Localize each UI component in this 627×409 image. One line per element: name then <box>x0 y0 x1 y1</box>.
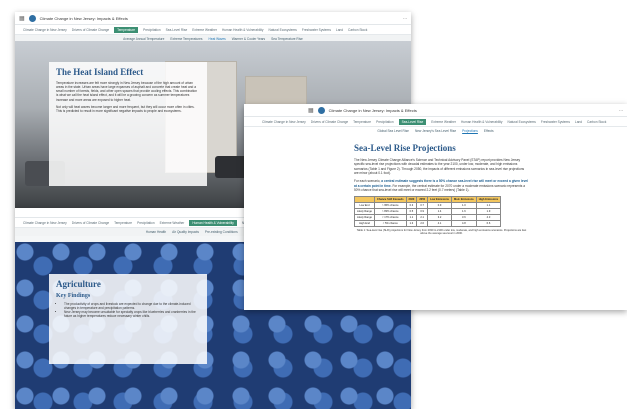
paragraph: For each scenario, a central estimate su… <box>354 179 529 192</box>
main-nav: Climate Change in New Jersey Drivers of … <box>15 25 411 35</box>
nav-item[interactable]: Natural Ecosystems <box>269 28 297 32</box>
nav-item[interactable]: Drivers of Climate Change <box>311 120 348 124</box>
grid-icon[interactable]: ▦ <box>308 107 314 114</box>
heat-island-panel: The Heat Island Effect Temperature incre… <box>49 62 207 186</box>
nav-item[interactable]: Precipitation <box>137 221 155 225</box>
nav-item[interactable]: Sea-Level Rise <box>166 28 188 32</box>
nav-item[interactable]: Human Health & Vulnerability <box>222 28 264 32</box>
nav-item[interactable]: Drivers of Climate Change <box>72 221 109 225</box>
nav-item[interactable]: Temperature <box>353 120 371 124</box>
nav-item[interactable]: Freshwater Systems <box>541 120 570 124</box>
table-caption: Table 1: Sea-level rise (SLR) projection… <box>356 229 527 236</box>
cell: < 5% chance <box>374 220 407 228</box>
cell: 2.6 <box>416 220 429 228</box>
page-url: Climate Change in New Jersey: Impacts & … <box>39 15 128 21</box>
grid-icon[interactable]: ▦ <box>19 15 25 22</box>
nav-item[interactable]: Climate Change in New Jersey <box>23 221 67 225</box>
section-title: The Heat Island Effect <box>56 67 144 77</box>
nav-item[interactable]: Natural Ecosystems <box>508 120 536 124</box>
nav-item[interactable]: Land <box>575 120 582 124</box>
cell: 1.3 <box>405 220 418 228</box>
nav-item[interactable]: Land <box>336 28 343 32</box>
main-nav: Climate Change in New Jersey Drivers of … <box>244 117 627 127</box>
nav-item[interactable]: Extreme Weather <box>431 120 456 124</box>
sub-nav: Global Sea Level Rise New Jersey's Sea L… <box>244 127 627 135</box>
list-item: The productivity of crops and livestock … <box>64 302 200 310</box>
nav-item-active[interactable]: Sea-Level Rise <box>398 118 427 125</box>
section-title: Agriculture <box>56 279 101 289</box>
menu-icon[interactable]: ··· <box>619 108 623 113</box>
agriculture-panel: Agriculture Key Findings The productivit… <box>49 274 207 364</box>
subnav-item[interactable]: Air Quality Impacts <box>172 230 199 234</box>
nav-item[interactable]: Carbon Stock <box>348 28 367 32</box>
nav-item[interactable]: Human Health & Vulnerability <box>461 120 503 124</box>
nav-item[interactable]: Carbon Stock <box>587 120 606 124</box>
nav-item[interactable]: Freshwater Systems <box>302 28 331 32</box>
subnav-item-active[interactable]: Projections <box>462 129 478 133</box>
site-logo[interactable] <box>28 14 36 22</box>
sea-level-content: Sea-Level Rise Projections The New Jerse… <box>244 135 627 235</box>
subnav-item[interactable]: Effects <box>484 129 494 133</box>
cell: 4.8 <box>450 220 477 228</box>
page-url: Climate Change in New Jersey: Impacts & … <box>328 107 417 113</box>
nav-item-active[interactable]: Temperature <box>114 26 139 33</box>
browser-bar: ▦ Climate Change in New Jersey: Impacts … <box>15 12 411 25</box>
findings-list: The productivity of crops and livestock … <box>56 302 200 319</box>
page-title: Sea-Level Rise Projections <box>354 143 456 153</box>
nav-item[interactable]: Climate Change in New Jersey <box>262 120 306 124</box>
nav-item[interactable]: Climate Change in New Jersey <box>23 28 67 32</box>
subnav-item[interactable]: Pre-existing Conditions <box>205 230 238 234</box>
section-subtitle: Key Findings <box>56 293 91 299</box>
cell: 4.1 <box>427 220 452 228</box>
cell: 6.6 <box>475 220 502 228</box>
nav-item[interactable]: Precipitation <box>376 120 394 124</box>
nav-item[interactable]: Extreme Weather <box>192 28 217 32</box>
nav-item[interactable]: Temperature <box>114 221 132 225</box>
site-logo[interactable] <box>317 106 325 114</box>
paragraph: The New Jersey Climate Change Alliance's… <box>354 158 525 175</box>
sea-level-window: ▦ Climate Change in New Jersey: Impacts … <box>244 104 627 310</box>
list-item: New Jersey may become unsuitable for spe… <box>64 310 200 318</box>
projection-table: Chance SLR Exceeds 2030 2050 Low Emissio… <box>354 196 502 228</box>
nav-item[interactable]: Extreme Weather <box>160 221 185 225</box>
paragraph: Temperature increases are felt more stro… <box>56 81 198 102</box>
nav-item-active[interactable]: Human Health & Vulnerability <box>189 219 237 226</box>
browser-bar: ▦ Climate Change in New Jersey: Impacts … <box>244 104 627 117</box>
cell: High End <box>354 220 375 228</box>
paragraph: Not only will heat waves become longer a… <box>56 104 195 113</box>
table-row: High End < 5% chance 1.3 2.6 4.1 4.8 6.6 <box>354 220 502 228</box>
nav-item[interactable]: Precipitation <box>143 28 161 32</box>
menu-icon[interactable]: ··· <box>403 16 407 21</box>
nav-item[interactable]: Drivers of Climate Change <box>72 28 109 32</box>
subnav-item[interactable]: New Jersey's Sea Level Rise <box>415 129 456 133</box>
subnav-item[interactable]: Human Health <box>146 230 166 234</box>
subnav-item[interactable]: Global Sea Level Rise <box>377 129 409 133</box>
